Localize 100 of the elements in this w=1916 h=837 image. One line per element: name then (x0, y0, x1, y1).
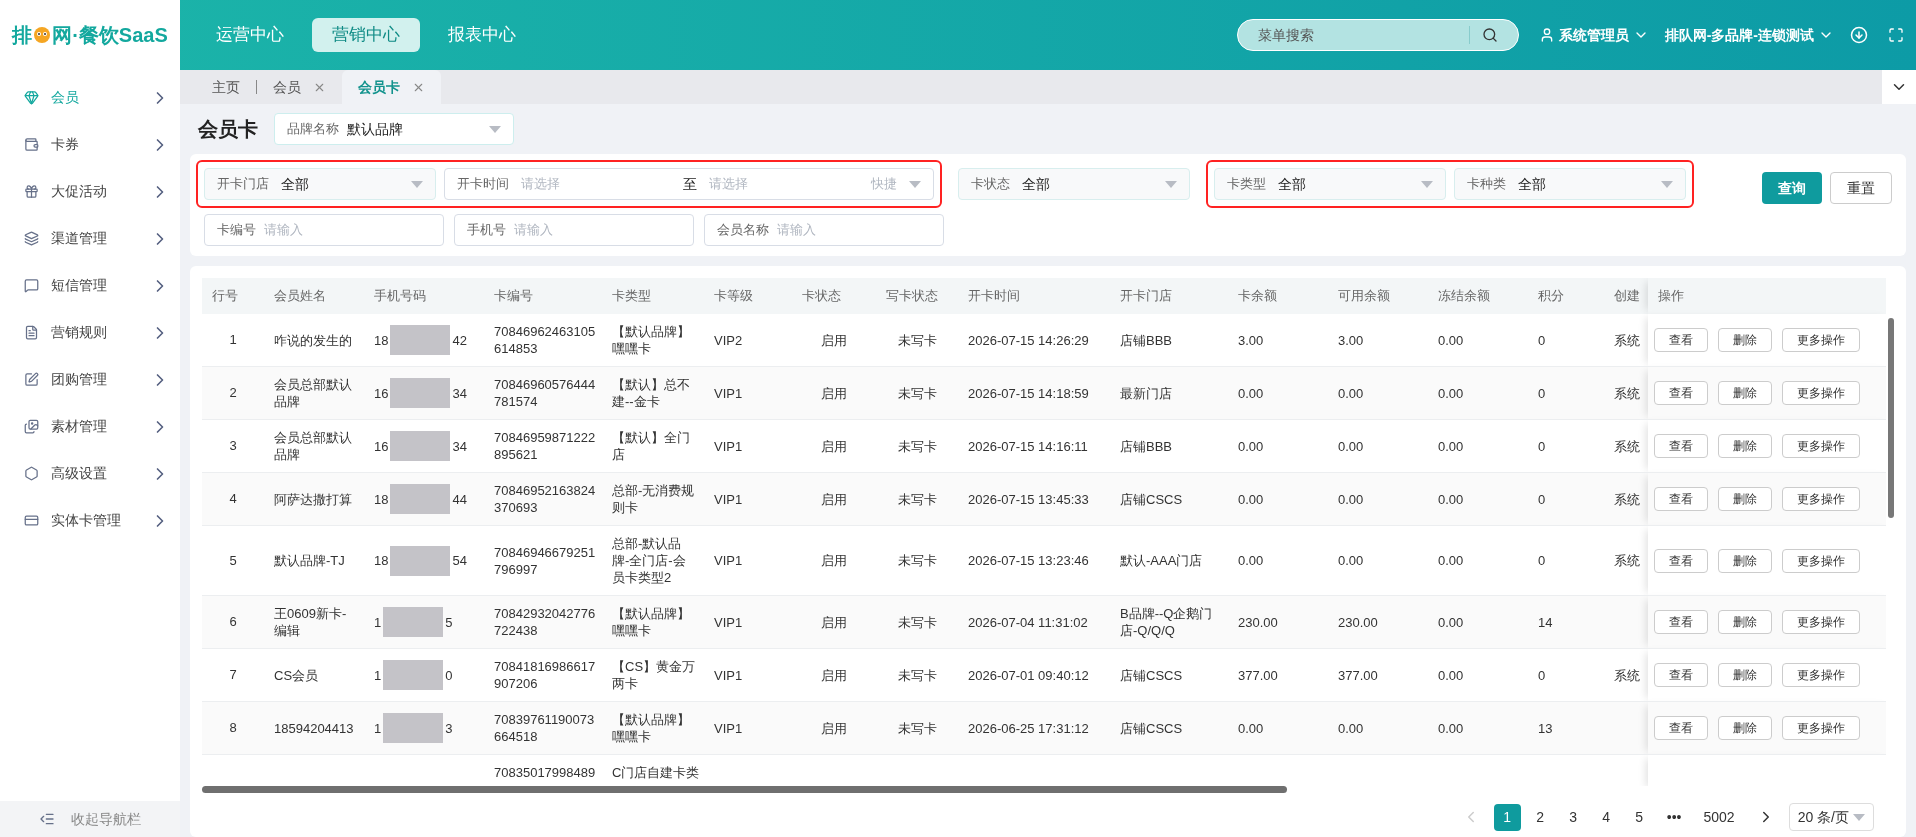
more-actions-button[interactable]: 更多操作 (1782, 328, 1860, 352)
column-header: 创建 (1604, 278, 1648, 314)
sidebar-item[interactable]: 高级设置 (0, 450, 180, 497)
sidebar-item[interactable]: 营销规则 (0, 309, 180, 356)
table-cell: 0 (1538, 491, 1546, 507)
table-cell: 6 (229, 614, 237, 630)
page-button[interactable]: 4 (1592, 803, 1620, 831)
table-cell: 70846952163824370693 (494, 483, 596, 515)
select-field[interactable]: 开卡门店 全部 (204, 168, 436, 200)
page-button[interactable]: 5 (1625, 803, 1653, 831)
table-cell: 【默认】总不建--金卡 (612, 377, 690, 409)
table-cell: 70842932042776722438 (494, 606, 596, 638)
page-button[interactable]: ••• (1658, 803, 1690, 831)
column-header: 可用余额 (1328, 278, 1428, 314)
delete-button[interactable]: 删除 (1718, 663, 1772, 687)
table-cell: 系统 (1614, 438, 1640, 454)
search-field[interactable]: 菜单搜索 (1257, 24, 1469, 46)
column-header: 卡余额 (1228, 278, 1328, 314)
sidebar-item[interactable]: 大促活动 (0, 168, 180, 215)
view-button[interactable]: 查看 (1654, 663, 1708, 687)
page-button[interactable]: 5002 (1695, 803, 1743, 831)
select-field[interactable]: 卡状态 全部 (958, 168, 1190, 200)
table-cell: 0 (1538, 667, 1546, 683)
more-actions-button[interactable]: 更多操作 (1782, 487, 1860, 511)
sidebar-item[interactable]: 渠道管理 (0, 215, 180, 262)
filter-field[interactable]: 会员名称 请输入 (704, 214, 944, 246)
page-button[interactable]: 2 (1526, 803, 1554, 831)
column-header: 卡类型 (602, 278, 704, 314)
delete-button[interactable]: 删除 (1718, 487, 1772, 511)
delete-button[interactable]: 删除 (1718, 328, 1772, 352)
brand-select[interactable]: 品牌名称 默认品牌 (274, 113, 514, 145)
delete-button[interactable]: 删除 (1718, 434, 1772, 458)
view-button[interactable]: 查看 (1654, 716, 1708, 740)
table-cell: 18 (374, 490, 389, 508)
redaction-block (390, 378, 451, 408)
sidebar-item[interactable]: 素材管理 (0, 403, 180, 450)
table-cell: 【CS】黄金万两卡 (612, 659, 696, 691)
tab-menu-button[interactable] (1882, 70, 1916, 104)
sidebar-item[interactable]: 团购管理 (0, 356, 180, 403)
view-button[interactable]: 查看 (1654, 487, 1708, 511)
reset-button[interactable]: 重置 (1830, 172, 1892, 204)
filter-field[interactable]: 手机号 请输入 (454, 214, 694, 246)
page-tab[interactable]: 会员 (257, 70, 342, 104)
top-nav-tab[interactable]: 营销中心 (312, 18, 420, 52)
table-cell: 2026-07-15 14:16:11 (968, 438, 1088, 454)
page-tab[interactable]: 主页 (196, 70, 256, 104)
table-cell: 未写卡 (897, 720, 937, 736)
input-field[interactable]: 请输入 (777, 220, 931, 240)
table-cell: 70839761190073664518 (494, 712, 595, 744)
more-actions-button[interactable]: 更多操作 (1782, 381, 1860, 405)
page-size-select[interactable]: 20 条/页 (1788, 803, 1874, 831)
table-cell: 16 (374, 384, 389, 402)
logo-text: 排 (12, 23, 33, 48)
sidebar-item[interactable]: 卡券 (0, 121, 180, 168)
table-cell: 8 (229, 720, 237, 736)
table-cell: VIP1 (714, 438, 743, 454)
more-actions-button[interactable]: 更多操作 (1782, 610, 1860, 634)
field-label: 卡状态 (971, 175, 1010, 194)
field-label: 卡类型 (1227, 175, 1266, 194)
input-field[interactable]: 请输入 (514, 220, 681, 240)
view-button[interactable]: 查看 (1654, 328, 1708, 352)
table-cell: 0 (1538, 438, 1546, 454)
delete-button[interactable]: 删除 (1718, 716, 1772, 740)
download-icon[interactable] (1850, 26, 1868, 44)
more-actions-button[interactable]: 更多操作 (1782, 663, 1860, 687)
more-actions-button[interactable]: 更多操作 (1782, 716, 1860, 740)
page-button[interactable]: 3 (1559, 803, 1587, 831)
gift-icon (24, 184, 39, 199)
date-range-field[interactable]: 开卡时间 请选择 至 请选择 快捷 (444, 168, 934, 200)
table-cell: 系统 (1614, 553, 1640, 568)
horizontal-scrollbar[interactable] (202, 786, 1287, 793)
column-header: 积分 (1528, 278, 1604, 314)
table-cell: 1 (229, 332, 237, 348)
search-bar[interactable]: 菜单搜索 (1236, 19, 1519, 51)
more-actions-button[interactable]: 更多操作 (1782, 434, 1860, 458)
fullscreen-icon[interactable] (1888, 27, 1904, 43)
delete-button[interactable]: 删除 (1718, 381, 1772, 405)
view-button[interactable]: 查看 (1654, 381, 1708, 405)
view-button[interactable]: 查看 (1654, 548, 1708, 573)
table-cell: 2026-06-25 17:31:12 (968, 720, 1089, 736)
vertical-scrollbar[interactable] (1888, 318, 1894, 518)
table-cell: 1 (374, 613, 382, 631)
filter-field[interactable]: 卡编号 请输入 (204, 214, 444, 246)
select-field[interactable]: 卡类型 全部 (1214, 168, 1446, 200)
view-button[interactable]: 查看 (1654, 610, 1708, 634)
caret-icon (1421, 180, 1433, 188)
table-cell: 70846959871222895621 (494, 430, 596, 462)
table-cell: 18 (374, 331, 389, 349)
view-button[interactable]: 查看 (1654, 434, 1708, 458)
table-cell: 7 (229, 667, 237, 683)
search-icon[interactable] (1481, 27, 1498, 43)
delete-button[interactable]: 删除 (1718, 610, 1772, 634)
input-field[interactable]: 请输入 (264, 220, 431, 240)
more-actions-button[interactable]: 更多操作 (1782, 548, 1860, 573)
delete-button[interactable]: 删除 (1718, 548, 1772, 573)
sidebar-item[interactable]: 实体卡管理 (0, 497, 180, 544)
sidebar-item[interactable]: 短信管理 (0, 262, 180, 309)
select-field[interactable]: 卡种类 全部 (1454, 168, 1686, 200)
column-header: 卡编号 (484, 278, 602, 314)
table-cell: 启用 (821, 614, 847, 630)
